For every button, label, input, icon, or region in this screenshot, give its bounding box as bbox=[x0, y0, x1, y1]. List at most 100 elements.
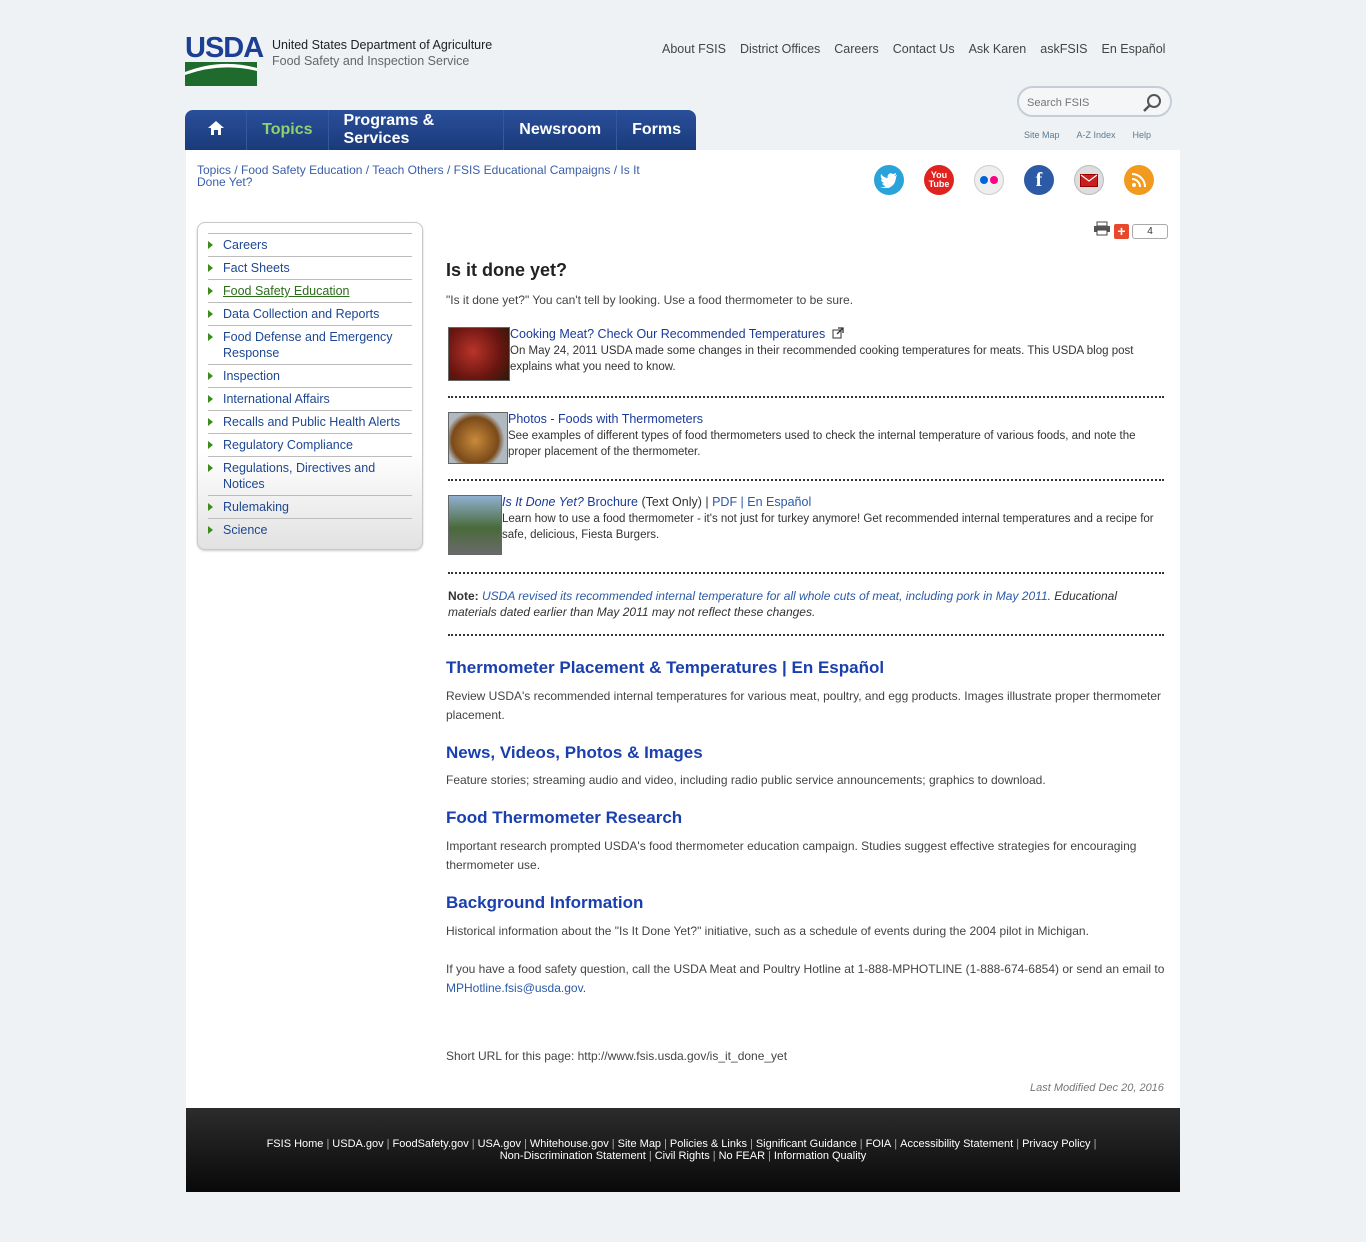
sidebar-item-food-defense[interactable]: Food Defense and Emergency Response bbox=[208, 325, 412, 364]
footer-link-privacy[interactable]: Privacy Policy bbox=[1022, 1138, 1090, 1150]
sidebar-item-inspection[interactable]: Inspection bbox=[208, 364, 412, 387]
sidebar-item-regulations[interactable]: Regulations, Directives and Notices bbox=[208, 456, 412, 495]
nav-tab-forms[interactable]: Forms bbox=[617, 110, 696, 150]
utility-nav: Site Map A-Z Index Help bbox=[1024, 130, 1151, 140]
breadcrumb-teach-others[interactable]: Teach Others bbox=[372, 163, 443, 177]
footer-links: FSIS Home | USDA.gov | FoodSafety.gov | USA.go… bbox=[186, 1138, 1180, 1162]
brochure-thumbnail[interactable] bbox=[448, 495, 502, 555]
search-input[interactable] bbox=[1025, 96, 1139, 110]
footer-link-usda[interactable]: USDA.gov bbox=[332, 1138, 383, 1150]
sidebar: Careers Fact Sheets Food Safety Educatio… bbox=[197, 222, 423, 550]
email-icon[interactable] bbox=[1074, 165, 1104, 195]
sidebar-item-label: Food Safety Education bbox=[223, 284, 350, 298]
nav-tab-programs-services[interactable]: Programs & Services bbox=[329, 110, 505, 150]
youtube-icon[interactable]: You Tube bbox=[924, 165, 954, 195]
breadcrumb: Topics / Food Safety Education / Teach O… bbox=[197, 163, 640, 189]
bullet-icon bbox=[208, 395, 213, 403]
footer-link-foodsafety[interactable]: FoodSafety.gov bbox=[393, 1138, 469, 1150]
sidebar-item-international-affairs[interactable]: International Affairs bbox=[208, 387, 412, 410]
section-heading-news-videos[interactable]: News, Videos, Photos & Images bbox=[446, 743, 703, 763]
top-link-espanol[interactable]: En Español bbox=[1102, 42, 1166, 56]
section-heading-background[interactable]: Background Information bbox=[446, 893, 643, 913]
nav-tab-topics[interactable]: Topics bbox=[247, 110, 329, 150]
top-link-district-offices[interactable]: District Offices bbox=[740, 42, 820, 56]
section-text: Important research prompted USDA's food … bbox=[446, 839, 1137, 872]
rss-icon[interactable] bbox=[1124, 165, 1154, 195]
hotline-end: . bbox=[582, 981, 587, 995]
brochure-link-italic[interactable]: Is It Done Yet? bbox=[502, 495, 584, 509]
print-icon[interactable] bbox=[1093, 221, 1111, 241]
note-link[interactable]: USDA revised its recommended internal te… bbox=[482, 589, 1048, 603]
footer-link-civil-rights[interactable]: Civil Rights bbox=[655, 1150, 710, 1162]
pdf-link[interactable]: PDF bbox=[712, 495, 737, 509]
sidebar-item-fact-sheets[interactable]: Fact Sheets bbox=[208, 256, 412, 279]
bullet-icon bbox=[208, 333, 213, 341]
espanol-link[interactable]: En Español bbox=[747, 495, 811, 509]
search-icon[interactable] bbox=[1142, 93, 1162, 118]
thermometer-photo-thumbnail[interactable] bbox=[448, 412, 508, 464]
share-plus-icon[interactable]: + bbox=[1114, 223, 1129, 239]
section-heading-research[interactable]: Food Thermometer Research bbox=[446, 808, 682, 828]
footer-link-accessibility[interactable]: Accessibility Statement bbox=[900, 1138, 1013, 1150]
sidebar-item-label: Fact Sheets bbox=[223, 261, 290, 275]
agency-name[interactable]: United States Department of Agriculture … bbox=[272, 38, 492, 68]
hotline-email-link[interactable]: MPHotline.fsis@usda.gov bbox=[446, 981, 583, 995]
feature-link[interactable]: Photos - Foods with Thermometers bbox=[508, 412, 703, 426]
feature-title: Cooking Meat? Check Our Recommended Temp… bbox=[510, 327, 826, 341]
facebook-icon[interactable]: f bbox=[1024, 165, 1054, 195]
top-link-askfsis[interactable]: askFSIS bbox=[1040, 42, 1087, 56]
top-link-contact[interactable]: Contact Us bbox=[893, 42, 955, 56]
agency-line1: United States Department of Agriculture bbox=[272, 38, 493, 52]
feature-link[interactable]: Cooking Meat? Check Our Recommended Temp… bbox=[510, 327, 844, 341]
sidebar-item-label: International Affairs bbox=[223, 392, 330, 406]
divider bbox=[448, 396, 1164, 398]
breadcrumb-food-safety-education[interactable]: Food Safety Education bbox=[241, 163, 362, 177]
util-link-site-map[interactable]: Site Map bbox=[1024, 130, 1060, 140]
brochure-link[interactable]: Brochure bbox=[584, 495, 638, 509]
feature-item: Cooking Meat? Check Our Recommended Temp… bbox=[448, 327, 1164, 383]
footer: FSIS Home | USDA.gov | FoodSafety.gov | USA.go… bbox=[186, 1108, 1180, 1192]
bullet-icon bbox=[208, 310, 213, 318]
top-link-ask-karen[interactable]: Ask Karen bbox=[969, 42, 1027, 56]
footer-link-non-discrimination[interactable]: Non-Discrimination Statement bbox=[500, 1150, 646, 1162]
divider bbox=[448, 634, 1164, 636]
sidebar-item-recalls[interactable]: Recalls and Public Health Alerts bbox=[208, 410, 412, 433]
breadcrumb-educational-campaigns[interactable]: FSIS Educational Campaigns bbox=[454, 163, 611, 177]
sidebar-item-science[interactable]: Science bbox=[208, 518, 412, 541]
twitter-icon[interactable] bbox=[874, 165, 904, 195]
top-link-about[interactable]: About FSIS bbox=[662, 42, 726, 56]
sidebar-item-label: Careers bbox=[223, 238, 268, 252]
footer-link-site-map[interactable]: Site Map bbox=[618, 1138, 661, 1150]
sidebar-item-rulemaking[interactable]: Rulemaking bbox=[208, 495, 412, 518]
footer-link-guidance[interactable]: Significant Guidance bbox=[756, 1138, 857, 1150]
section-text: Feature stories; streaming audio and vid… bbox=[446, 773, 1046, 787]
footer-link-whitehouse[interactable]: Whitehouse.gov bbox=[530, 1138, 609, 1150]
page-intro: "Is it done yet?" You can't tell by look… bbox=[446, 293, 854, 307]
usda-logo[interactable]: USDA bbox=[185, 33, 264, 63]
bullet-icon bbox=[208, 441, 213, 449]
top-link-careers[interactable]: Careers bbox=[834, 42, 878, 56]
feature-item: Photos - Foods with Thermometers See exa… bbox=[448, 412, 1164, 466]
sidebar-item-careers[interactable]: Careers bbox=[208, 233, 412, 256]
meat-thumbnail[interactable] bbox=[448, 327, 510, 381]
footer-link-fsis-home[interactable]: FSIS Home bbox=[267, 1138, 324, 1150]
footer-link-information-quality[interactable]: Information Quality bbox=[774, 1150, 866, 1162]
external-link-icon bbox=[829, 327, 844, 341]
home-button[interactable] bbox=[185, 110, 248, 150]
sidebar-item-label: Inspection bbox=[223, 369, 280, 383]
util-link-help[interactable]: Help bbox=[1133, 130, 1152, 140]
separator: | bbox=[737, 495, 748, 509]
footer-row-1: FSIS Home | USDA.gov | FoodSafety.gov | USA.go… bbox=[266, 1138, 1097, 1150]
footer-link-foia[interactable]: FOIA bbox=[866, 1138, 892, 1150]
sidebar-item-food-safety-education[interactable]: Food Safety Education bbox=[208, 279, 412, 302]
section-heading-thermometer-placement[interactable]: Thermometer Placement & Temperatures | E… bbox=[446, 658, 884, 678]
sidebar-item-regulatory-compliance[interactable]: Regulatory Compliance bbox=[208, 433, 412, 456]
sidebar-item-data-collection[interactable]: Data Collection and Reports bbox=[208, 302, 412, 325]
footer-link-policies[interactable]: Policies & Links bbox=[670, 1138, 747, 1150]
nav-tab-newsroom[interactable]: Newsroom bbox=[504, 110, 618, 150]
bullet-icon bbox=[208, 372, 213, 380]
footer-link-usa-gov[interactable]: USA.gov bbox=[478, 1138, 521, 1150]
flickr-icon[interactable] bbox=[974, 165, 1004, 195]
footer-link-no-fear[interactable]: No FEAR bbox=[719, 1150, 765, 1162]
util-link-az-index[interactable]: A-Z Index bbox=[1077, 130, 1116, 140]
